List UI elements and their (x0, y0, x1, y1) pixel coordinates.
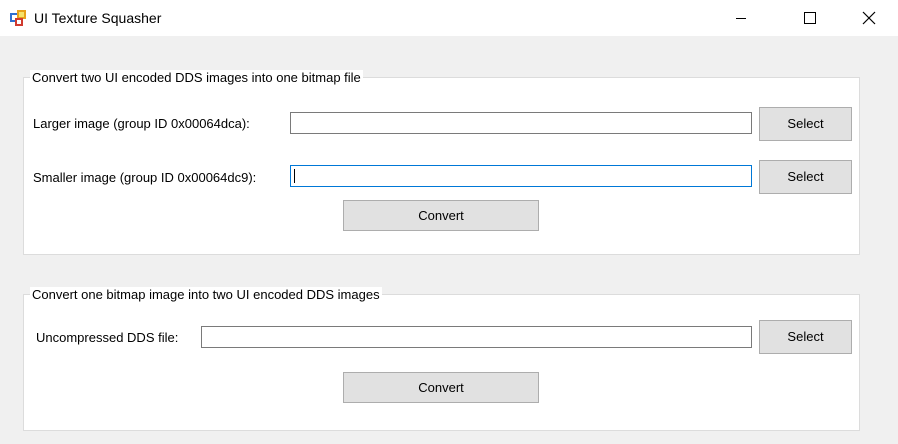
larger-image-select-button[interactable]: Select (759, 107, 852, 141)
uncompressed-dds-label: Uncompressed DDS file: (36, 330, 179, 345)
split-convert-button[interactable]: Convert (343, 372, 539, 403)
split-groupbox: Convert one bitmap image into two UI enc… (23, 287, 860, 431)
window-title: UI Texture Squasher (34, 10, 162, 26)
close-icon (862, 11, 876, 25)
close-button[interactable] (846, 0, 892, 36)
larger-image-path-input[interactable] (290, 112, 752, 134)
text-caret (294, 169, 295, 183)
minimize-icon (736, 18, 746, 19)
smaller-image-label: Smaller image (group ID 0x00064dc9): (33, 170, 257, 185)
combine-convert-button[interactable]: Convert (343, 200, 539, 231)
maximize-icon (804, 12, 816, 24)
combine-group-title: Convert two UI encoded DDS images into o… (30, 70, 363, 86)
uncompressed-dds-select-button[interactable]: Select (759, 320, 852, 354)
title-bar: UI Texture Squasher (0, 0, 898, 36)
maximize-button[interactable] (787, 0, 833, 36)
uncompressed-dds-path-input[interactable] (201, 326, 752, 348)
larger-image-label: Larger image (group ID 0x00064dca): (33, 116, 250, 131)
app-icon (10, 10, 26, 26)
smaller-image-select-button[interactable]: Select (759, 160, 852, 194)
split-group-title: Convert one bitmap image into two UI enc… (30, 287, 382, 303)
combine-groupbox: Convert two UI encoded DDS images into o… (23, 70, 860, 255)
minimize-button[interactable] (718, 0, 764, 36)
smaller-image-path-input[interactable] (290, 165, 752, 187)
